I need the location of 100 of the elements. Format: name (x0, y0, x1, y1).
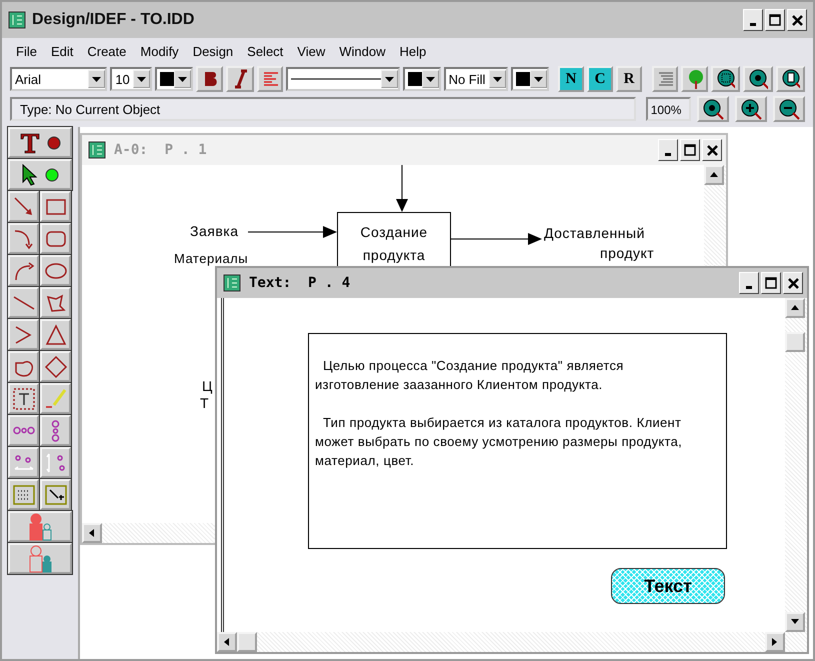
mode-button[interactable]: C (587, 66, 614, 92)
vertical-dots-icon (51, 418, 60, 442)
tool-button[interactable] (40, 287, 71, 318)
text-color-dropdown[interactable] (154, 67, 193, 91)
arrow-label: Ц (202, 378, 213, 394)
tool-button[interactable] (8, 287, 39, 318)
color-swatch (408, 72, 422, 86)
zoom-fit-button[interactable] (711, 66, 740, 92)
dot-icon (47, 136, 61, 150)
minimize-icon (665, 152, 671, 156)
maximize-button[interactable] (680, 139, 700, 161)
size-dropdown[interactable]: 10 (110, 67, 152, 91)
vertical-scrollbar[interactable] (785, 298, 807, 632)
italic-button[interactable] (226, 66, 254, 92)
tool-button[interactable] (40, 223, 71, 254)
menu-item[interactable]: Window (331, 44, 392, 58)
menu-item[interactable]: Select (239, 44, 290, 58)
caret-icon (92, 76, 102, 82)
maximize-icon (765, 277, 777, 289)
zoom-page-button[interactable] (776, 66, 805, 92)
line-style-icon (290, 77, 381, 81)
window-title: A-0: P . 1 (114, 142, 208, 158)
zoom-in-button[interactable] (735, 96, 768, 122)
dropdown-button[interactable] (488, 70, 506, 88)
dropdown-button[interactable] (132, 70, 150, 88)
horizontal-scrollbar[interactable] (217, 632, 807, 652)
arrow-up-icon (709, 170, 719, 180)
line-style-dropdown[interactable] (286, 67, 400, 91)
caret-icon (492, 76, 502, 82)
tool-button[interactable] (40, 191, 71, 222)
arrow-left-icon (222, 637, 232, 647)
tool-button[interactable] (40, 479, 71, 510)
close-icon (706, 144, 718, 156)
minimize-icon (746, 286, 752, 288)
close-button[interactable] (787, 9, 807, 31)
grid-icon (12, 482, 36, 506)
minimize-button[interactable] (739, 272, 759, 294)
caret-icon (426, 76, 435, 82)
caret-icon (534, 76, 543, 82)
tool-button[interactable] (40, 255, 71, 286)
menu-item[interactable]: File (8, 44, 43, 58)
zoom-100-button[interactable] (697, 96, 730, 122)
zoom-page-icon (780, 68, 800, 90)
zoom-out-button[interactable] (773, 96, 805, 122)
align-button[interactable] (256, 66, 283, 92)
zoom-select-button[interactable] (743, 66, 773, 92)
text-tool-button[interactable] (8, 127, 72, 158)
pencil-icon (44, 386, 68, 410)
font-dropdown[interactable]: Arial (10, 67, 108, 91)
tool-button[interactable] (8, 255, 39, 286)
bold-button[interactable] (196, 66, 224, 92)
zoom-out-icon (778, 98, 800, 120)
select-tool-button[interactable] (8, 159, 72, 190)
color-swatch (516, 72, 530, 86)
list-button[interactable] (652, 66, 678, 92)
menu-item[interactable]: Design (184, 44, 240, 58)
menu-item[interactable]: View (289, 44, 332, 58)
tool-button[interactable] (8, 319, 39, 350)
dropdown-button[interactable] (174, 70, 191, 88)
fill-color-dropdown[interactable] (510, 67, 549, 91)
menu-item[interactable]: Create (79, 44, 132, 58)
document-icon (223, 274, 241, 292)
menu-item[interactable]: Help (392, 44, 432, 58)
tool-button[interactable] (8, 351, 39, 382)
minimize-icon (750, 22, 756, 26)
dropdown-button[interactable] (530, 70, 547, 88)
tool-button[interactable] (40, 319, 71, 350)
vertical-scrollbar[interactable] (704, 165, 726, 265)
status-field: Type: No Current Object (10, 97, 636, 121)
maximize-button[interactable] (765, 9, 785, 31)
scrollbar-thumb[interactable] (237, 632, 257, 652)
arrow-label: Заявка (190, 223, 238, 239)
tree-button[interactable] (680, 66, 708, 92)
menu-item[interactable]: Edit (42, 44, 80, 58)
tool-button[interactable] (40, 351, 71, 382)
close-button[interactable] (783, 272, 803, 294)
arrow-up-icon (790, 303, 800, 313)
tool-button[interactable] (8, 383, 39, 414)
dropdown-button[interactable] (88, 70, 106, 88)
arrow-label: Доставленный (544, 225, 645, 241)
dropdown-button[interactable] (422, 70, 439, 88)
dropdown-button[interactable] (380, 70, 398, 88)
mode-button[interactable]: R (616, 66, 642, 92)
arrow-left-icon (87, 528, 97, 538)
arrow-label: продукт (600, 245, 654, 261)
close-button[interactable] (702, 139, 722, 161)
minimize-button[interactable] (743, 9, 763, 31)
pointer-icon (21, 164, 39, 186)
tool-button[interactable] (8, 191, 39, 222)
minimize-button[interactable] (658, 139, 678, 161)
document-icon (8, 11, 26, 29)
line-color-dropdown[interactable] (402, 67, 441, 91)
maximize-button[interactable] (761, 272, 781, 294)
scrollbar-thumb[interactable] (785, 332, 805, 352)
fill-dropdown[interactable]: No Fill (444, 67, 508, 91)
tool-button[interactable] (8, 223, 39, 254)
maximize-icon (769, 14, 781, 26)
menu-item[interactable]: Modify (132, 44, 185, 58)
mode-button[interactable]: N (558, 66, 584, 92)
dot-icon (45, 168, 59, 182)
